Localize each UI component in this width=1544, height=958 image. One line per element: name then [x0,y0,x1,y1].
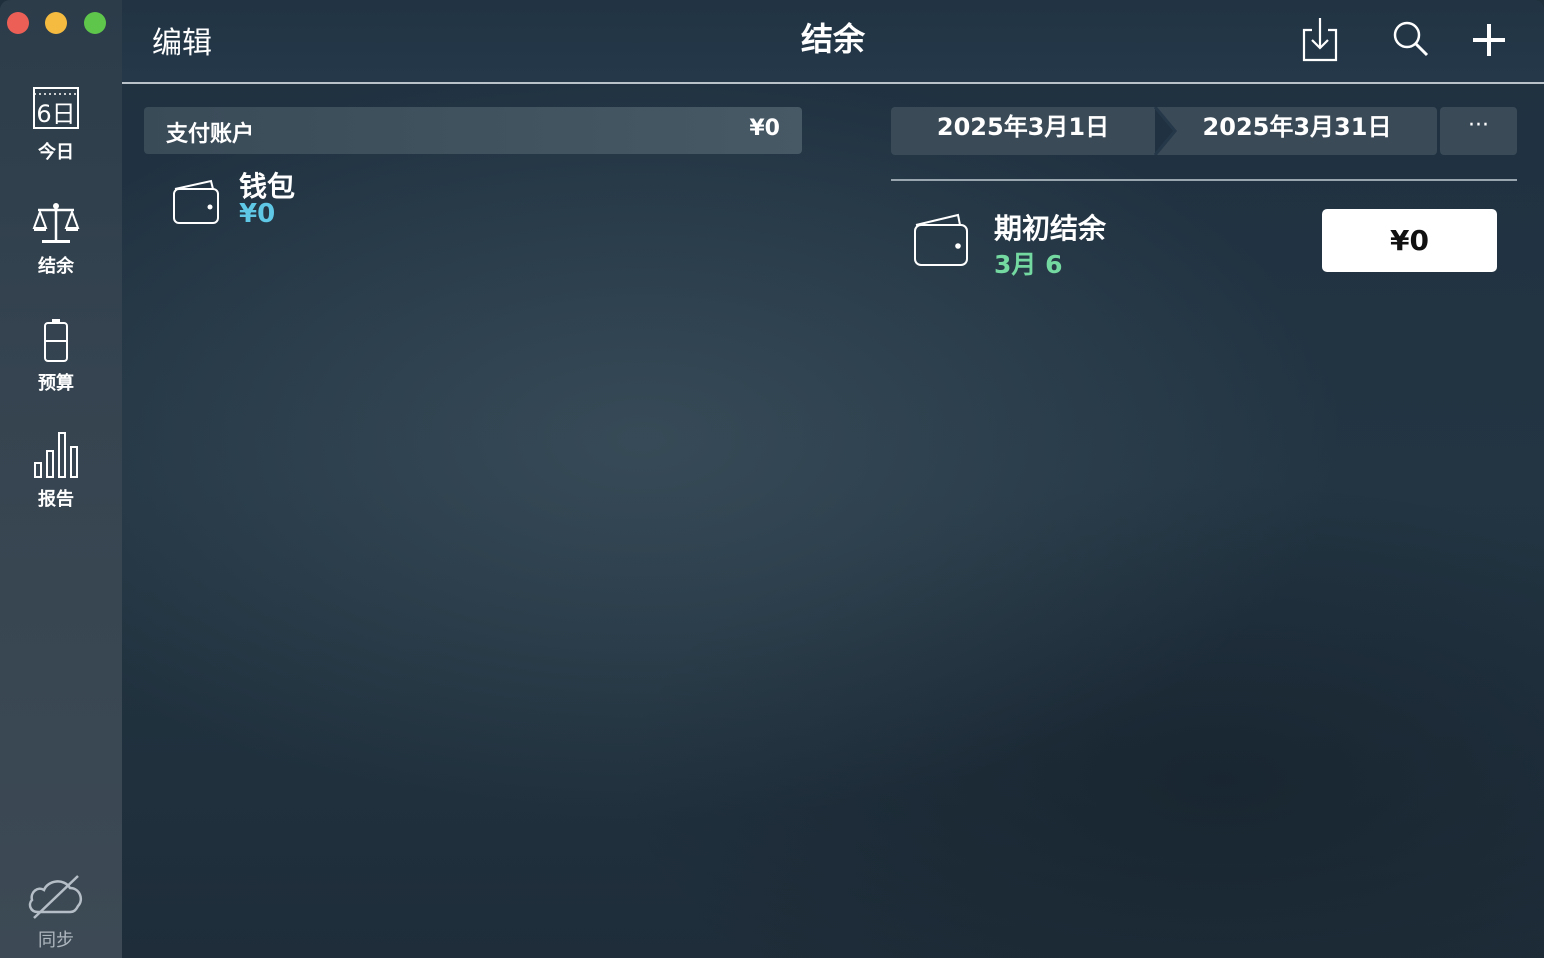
account-group-total: ¥0 [749,116,780,141]
battery-icon [0,317,112,367]
search-icon[interactable] [1392,20,1430,62]
sidebar-item-label: 预算 [38,373,74,394]
balance-scale-icon [0,200,112,250]
account-group-header[interactable]: 支付账户 ¥0 [144,107,802,154]
toolbar: 编辑 结余 [122,0,1544,84]
sidebar-item-label: 报告 [38,489,74,510]
download-icon[interactable] [1302,16,1338,66]
wallet-icon [171,177,221,231]
sidebar-item-balance[interactable]: 结余 [0,200,112,278]
account-row[interactable]: 钱包 ¥0 [167,165,567,235]
bar-chart-icon [0,431,112,483]
opening-balance-amount-field[interactable]: ¥0 [1322,209,1497,272]
account-amount: ¥0 [239,199,276,229]
sidebar-item-today[interactable]: 6日 今日 [0,86,112,164]
period-start-button[interactable]: 2025年3月1日 [891,107,1155,155]
divider [891,179,1517,181]
main-content: 编辑 结余 支付账户 ¥0 钱包 ¥0 2025年3月1日 2025年3月31日… [122,0,1544,958]
sidebar-item-budget[interactable]: 预算 [0,317,112,395]
zoom-window-button[interactable] [84,12,106,34]
edit-button[interactable]: 编辑 [152,18,212,62]
svg-text:6日: 6日 [36,100,75,128]
sidebar-item-label: 今日 [38,142,74,163]
app-window: 6日 今日 结余 预算 报告 同步 编辑 结余 支付账户 ¥0 钱包 ¥0 20… [0,0,1544,958]
cloud-off-icon [0,872,112,924]
close-window-button[interactable] [7,12,29,34]
sidebar-item-label: 同步 [38,930,74,951]
more-options-button[interactable]: ··· [1440,107,1517,155]
period-selector: 2025年3月1日 2025年3月31日 ··· [891,107,1517,155]
period-end-button[interactable]: 2025年3月31日 [1157,107,1437,155]
sidebar-item-report[interactable]: 报告 [0,431,112,511]
wallet-icon [912,211,970,273]
account-group-name: 支付账户 [166,122,255,147]
opening-balance-date: 3月 6 [994,250,1063,279]
minimize-window-button[interactable] [45,12,67,34]
sidebar-item-sync[interactable]: 同步 [0,872,112,952]
opening-balance-label: 期初结余 [994,212,1107,245]
plus-icon[interactable] [1471,22,1507,62]
calendar-icon: 6日 [0,86,112,136]
sidebar-item-label: 结余 [38,256,74,277]
sidebar: 6日 今日 结余 预算 报告 同步 [0,0,122,958]
